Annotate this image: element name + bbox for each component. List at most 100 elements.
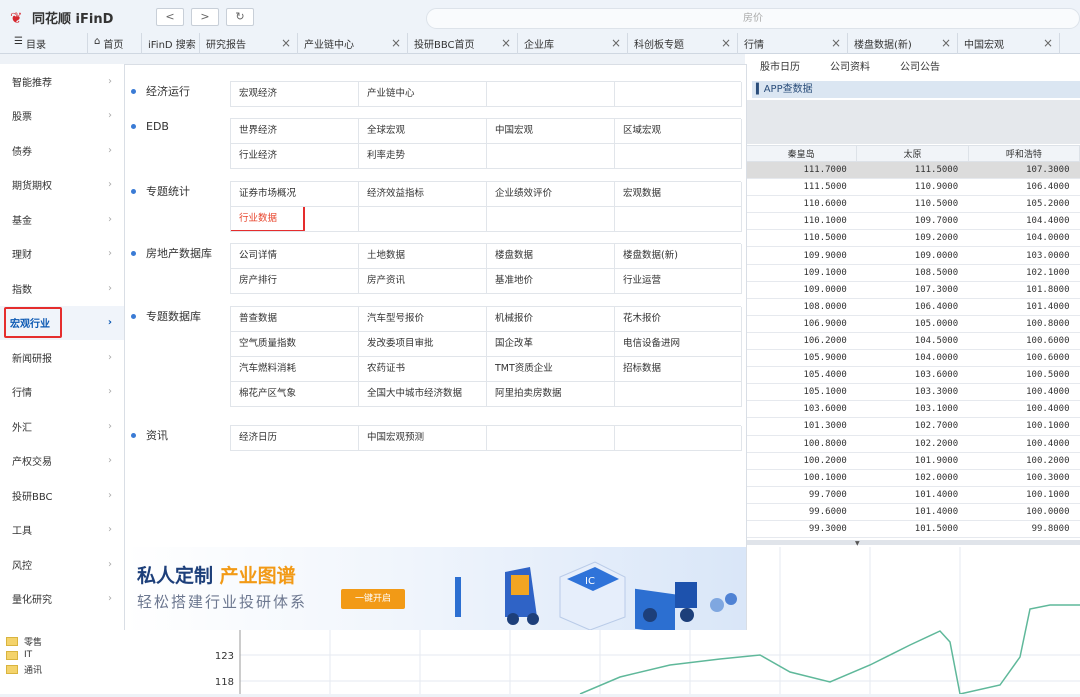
splitter-handle-icon[interactable]: ▼ xyxy=(855,540,860,547)
tab-label[interactable]: 投研BBC首页 xyxy=(414,36,475,51)
tab-label[interactable]: 产业链中心 xyxy=(304,36,354,51)
sidebar-item-label[interactable]: 宏观行业 xyxy=(4,307,62,339)
tab-1[interactable]: ⌂ 首页 xyxy=(88,32,142,54)
catalog-link[interactable]: 行业运营 xyxy=(615,269,742,294)
table-row[interactable]: 110.5000 109.2000 104.0000 xyxy=(745,229,1080,248)
catalog-link[interactable]: 宏观经济 xyxy=(231,82,359,107)
catalog-link[interactable]: 电信设备进网 xyxy=(615,332,742,357)
tab-close-icon[interactable]: × xyxy=(1043,36,1053,50)
tree-item[interactable]: 零售 xyxy=(0,634,150,648)
catalog-link[interactable]: 楼盘数据 xyxy=(487,244,615,269)
sidebar-item-14[interactable]: 风控 › xyxy=(0,547,124,582)
catalog-link[interactable]: 全国大中城市经济数据 xyxy=(359,382,487,407)
catalog-link[interactable]: 楼盘数据(新) xyxy=(615,244,742,269)
table-row[interactable]: 99.6000 101.4000 100.0000 xyxy=(745,503,1080,521)
table-row[interactable]: 110.6000 110.5000 105.2000 xyxy=(745,195,1080,214)
app-query-toolbar[interactable]: ▍APP查数据 xyxy=(752,81,1080,98)
table-row[interactable]: 99.7000 101.4000 100.1000 xyxy=(745,486,1080,504)
catalog-link[interactable]: 中国宏观预测 xyxy=(359,426,487,451)
catalog-link[interactable]: 基准地价 xyxy=(487,269,615,294)
tab-label[interactable]: 科创板专题 xyxy=(634,36,684,51)
tab-label[interactable]: 研究报告 xyxy=(206,36,246,51)
sidebar-item-10[interactable]: 外汇 › xyxy=(0,409,124,444)
sidebar-item-label[interactable]: 指数 xyxy=(12,281,32,296)
sidebar-item-label[interactable]: 基金 xyxy=(12,212,32,227)
sidebar-item-1[interactable]: 股票 › xyxy=(0,99,124,134)
catalog-link[interactable]: 宏观数据 xyxy=(615,182,742,207)
catalog-link[interactable]: 房产排行 xyxy=(231,269,359,294)
table-row[interactable]: 100.2000 101.9000 100.2000 xyxy=(745,452,1080,470)
subtab-0[interactable]: 股市日历 xyxy=(760,58,800,73)
tab-label[interactable]: 中国宏观 xyxy=(964,36,1004,51)
tree-item[interactable]: 通讯 xyxy=(0,662,150,676)
catalog-link[interactable]: 产业链中心 xyxy=(359,82,487,107)
banner-start-button[interactable]: 一键开启 xyxy=(341,589,405,609)
table-row[interactable]: 103.6000 103.1000 100.4000 xyxy=(745,400,1080,419)
table-row[interactable]: 108.0000 106.4000 101.4000 xyxy=(745,298,1080,316)
table-row[interactable]: 105.1000 103.3000 100.4000 xyxy=(745,383,1080,402)
catalog-link[interactable]: 经济效益指标 xyxy=(359,182,487,207)
sidebar-item-label[interactable]: 行情 xyxy=(12,384,32,399)
catalog-link[interactable]: 棉花产区气象 xyxy=(231,382,359,407)
table-row[interactable]: 105.9000 104.0000 100.6000 xyxy=(745,349,1080,368)
tab-label[interactable]: iFinD 搜索 xyxy=(148,36,196,51)
catalog-link[interactable]: 企业绩效评价 xyxy=(487,182,615,207)
sidebar-item-5[interactable]: 理财 › xyxy=(0,237,124,272)
sidebar-item-12[interactable]: 投研BBC › xyxy=(0,478,124,513)
column-header[interactable]: 秦皇岛 xyxy=(744,145,858,162)
tab-9[interactable]: 楼盘数据(新) × xyxy=(848,32,958,54)
sidebar-item-15[interactable]: 量化研究 › xyxy=(0,582,124,617)
catalog-link[interactable]: 行业经济 xyxy=(231,144,359,169)
tab-label[interactable]: 目录 xyxy=(26,36,46,51)
sidebar-item-label[interactable]: 智能推荐 xyxy=(12,74,52,89)
sidebar-item-label[interactable]: 量化研究 xyxy=(12,591,52,606)
table-row[interactable]: 106.2000 104.5000 100.6000 xyxy=(745,332,1080,351)
sidebar-item-6[interactable]: 指数 › xyxy=(0,271,124,306)
catalog-link[interactable]: 国企改革 xyxy=(487,332,615,357)
catalog-link[interactable]: 普查数据 xyxy=(231,307,359,332)
catalog-link[interactable]: 土地数据 xyxy=(359,244,487,269)
column-header[interactable]: 太原 xyxy=(856,145,969,162)
tab-close-icon[interactable]: × xyxy=(611,36,621,50)
tab-8[interactable]: 行情 × xyxy=(738,32,848,54)
table-row[interactable]: 109.9000 109.0000 103.0000 xyxy=(745,246,1080,265)
sidebar-item-11[interactable]: 产权交易 › xyxy=(0,444,124,479)
tab-label[interactable]: 首页 xyxy=(103,36,123,51)
sidebar-item-7[interactable]: 宏观行业 › xyxy=(0,305,124,340)
sidebar-item-label[interactable]: 投研BBC xyxy=(12,488,53,503)
table-row[interactable]: 109.0000 107.3000 101.8000 xyxy=(745,281,1080,299)
catalog-link[interactable]: TMT资质企业 xyxy=(487,357,615,382)
subtab-2[interactable]: 公司公告 xyxy=(900,58,940,73)
sidebar-item-2[interactable]: 债券 › xyxy=(0,133,124,168)
splitter[interactable] xyxy=(745,540,1080,545)
tree-item-label[interactable]: 通讯 xyxy=(24,663,42,676)
table-row[interactable]: 99.3000 101.5000 99.8000 xyxy=(745,520,1080,539)
refresh-button[interactable]: ↻ xyxy=(226,8,254,26)
table-row[interactable]: 106.9000 105.0000 100.8000 xyxy=(745,315,1080,333)
catalog-link[interactable]: 阿里拍卖房数据 xyxy=(487,382,615,407)
tab-close-icon[interactable]: × xyxy=(391,36,401,50)
catalog-link[interactable]: 世界经济 xyxy=(231,119,359,144)
sidebar-item-0[interactable]: 智能推荐 › xyxy=(0,64,124,99)
tab-label[interactable]: 楼盘数据(新) xyxy=(854,36,912,51)
sidebar-item-13[interactable]: 工具 › xyxy=(0,513,124,548)
catalog-link[interactable]: 发改委项目审批 xyxy=(359,332,487,357)
catalog-link[interactable]: 全球宏观 xyxy=(359,119,487,144)
table-row[interactable]: 100.1000 102.0000 100.3000 xyxy=(745,469,1080,487)
tab-2[interactable]: iFinD 搜索 xyxy=(142,32,200,54)
catalog-link[interactable]: 汽车燃料消耗 xyxy=(231,357,359,382)
tab-label[interactable]: 行情 xyxy=(744,36,764,51)
catalog-link[interactable]: 房产资讯 xyxy=(359,269,487,294)
catalog-link[interactable]: 经济日历 xyxy=(231,426,359,451)
catalog-link[interactable]: 招标数据 xyxy=(615,357,742,382)
tab-label[interactable]: 企业库 xyxy=(524,36,554,51)
tab-6[interactable]: 企业库 × xyxy=(518,32,628,54)
catalog-link[interactable]: 中国宏观 xyxy=(487,119,615,144)
catalog-link[interactable]: 汽车型号报价 xyxy=(359,307,487,332)
catalog-link[interactable]: 花木报价 xyxy=(615,307,742,332)
catalog-link[interactable]: 公司详情 xyxy=(231,244,359,269)
table-row[interactable]: 105.4000 103.6000 100.5000 xyxy=(745,366,1080,385)
tab-3[interactable]: 研究报告 × xyxy=(200,32,298,54)
sidebar-item-label[interactable]: 股票 xyxy=(12,108,32,123)
tab-10[interactable]: 中国宏观 × xyxy=(958,32,1060,54)
